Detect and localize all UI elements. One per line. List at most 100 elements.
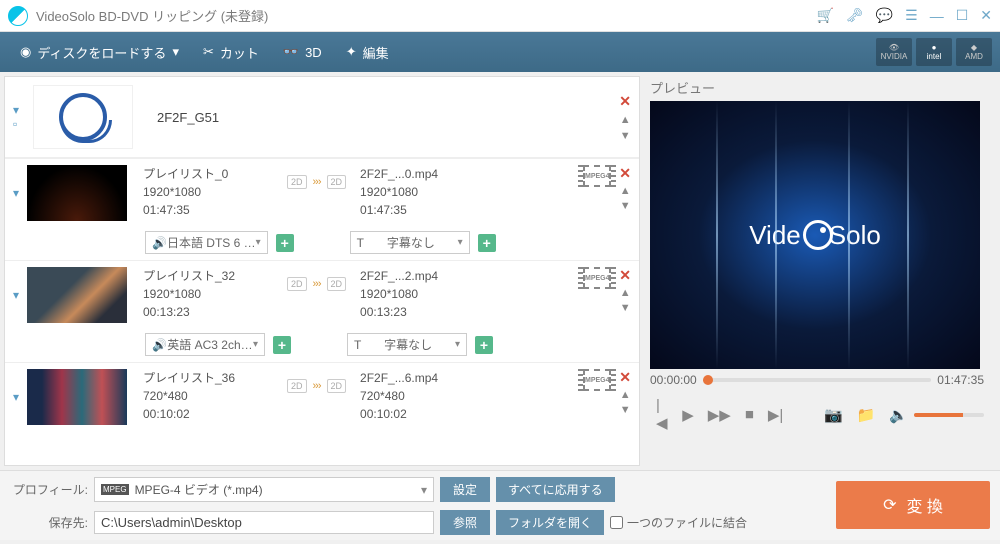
item-src-duration: 01:47:35 xyxy=(143,201,287,219)
minimize-icon[interactable]: — xyxy=(930,8,944,24)
dest-path-input[interactable]: C:\Users\admin\Desktop xyxy=(94,511,434,534)
snapshot-icon[interactable]: 📷 xyxy=(824,406,843,424)
stop-icon[interactable]: ■ xyxy=(745,406,754,423)
merge-checkbox-wrap[interactable]: 一つのファイルに結合 xyxy=(610,514,747,531)
item-format[interactable]: MPEG4 xyxy=(583,267,611,289)
menu-icon[interactable]: ☰ xyxy=(905,7,918,24)
open-folder-button[interactable]: フォルダを開く xyxy=(496,510,604,535)
item-name: プレイリスト_0 xyxy=(143,165,287,183)
remove-item-icon[interactable]: ✕ xyxy=(619,369,631,386)
item-source-info: プレイリスト_36 720*480 00:10:02 xyxy=(143,369,287,423)
subtitle-icon: T xyxy=(357,236,364,250)
item-collapse-toggle[interactable]: ▾ xyxy=(13,390,27,404)
chevron-down-icon: ▾ xyxy=(256,237,261,248)
cart-icon[interactable]: 🛒 xyxy=(816,7,833,24)
profile-select[interactable]: MPEG MPEG-4 ビデオ (*.mp4) ▾ xyxy=(94,477,434,502)
audio-track-select[interactable]: 🔊 英語 AC3 2ch… ▾ xyxy=(145,333,265,356)
seek-bar[interactable] xyxy=(703,378,932,382)
folder-icon[interactable]: 📁 xyxy=(857,406,876,424)
key-icon[interactable]: 🗝 xyxy=(846,7,864,24)
add-subtitle-button[interactable]: + xyxy=(475,336,493,354)
move-down-icon[interactable]: ▼ xyxy=(620,130,631,142)
add-subtitle-button[interactable]: + xyxy=(478,234,496,252)
browse-button[interactable]: 参照 xyxy=(440,510,490,535)
item-collapse-toggle[interactable]: ▾ xyxy=(13,288,27,302)
move-item-down-icon[interactable]: ▼ xyxy=(620,200,631,212)
conversion-arrow: 2D ››› 2D xyxy=(287,277,346,291)
disc-icon: ◉ xyxy=(20,44,31,60)
arrow-icon: ››› xyxy=(313,278,321,290)
audio-icon: 🔊 xyxy=(152,338,167,352)
cut-button[interactable]: ✂ カット xyxy=(191,43,271,62)
item-dest-info: 2F2F_...0.mp4 1920*1080 01:47:35 xyxy=(360,165,470,219)
remove-item-icon[interactable]: ✕ xyxy=(619,165,631,182)
audio-track-select[interactable]: 🔊 日本語 DTS 6 … ▾ xyxy=(145,231,268,254)
footer: プロフィール: MPEG MPEG-4 ビデオ (*.mp4) ▾ 設定 すべて… xyxy=(0,470,1000,540)
add-audio-button[interactable]: + xyxy=(273,336,291,354)
move-item-down-icon[interactable]: ▼ xyxy=(620,404,631,416)
merge-checkbox[interactable] xyxy=(610,516,623,529)
subtitle-icon: T xyxy=(354,338,361,352)
move-up-icon[interactable]: ▲ xyxy=(620,114,631,126)
item-format[interactable]: MPEG4 xyxy=(583,369,611,391)
subtitle-track-value: 字幕なし xyxy=(384,336,432,353)
play-icon[interactable]: ▶ xyxy=(682,406,694,424)
feedback-icon[interactable]: 💬 xyxy=(876,7,893,24)
subtitle-track-select[interactable]: T 字幕なし ▾ xyxy=(350,231,470,254)
item-source-info: プレイリスト_32 1920*1080 00:13:23 xyxy=(143,267,287,321)
item-tracks: 🔊 日本語 DTS 6 … ▾ + T 字幕なし ▾ + xyxy=(5,227,639,260)
preview-label: プレビュー xyxy=(650,78,984,97)
profile-label: プロフィール: xyxy=(10,481,88,498)
item-thumbnail xyxy=(27,267,127,323)
prev-icon[interactable]: |◀ xyxy=(656,397,668,432)
dest-label: 保存先: xyxy=(10,514,88,531)
disc-thumbnail xyxy=(33,85,133,149)
3d-button[interactable]: 👓 3D xyxy=(271,44,334,60)
item-src-resolution: 720*480 xyxy=(143,387,287,405)
subtitle-track-select[interactable]: T 字幕なし ▾ xyxy=(347,333,467,356)
src-dimension-badge: 2D xyxy=(287,277,307,291)
remove-disc-icon[interactable]: ✕ xyxy=(619,93,631,110)
format-icon: MPEG4 xyxy=(583,267,611,289)
add-audio-button[interactable]: + xyxy=(276,234,294,252)
intel-badge: ●intel xyxy=(916,38,952,66)
conversion-arrow: 2D ››› 2D xyxy=(287,175,346,189)
list-item: ▾ プレイリスト_36 720*480 00:10:02 2D ››› 2D 2… xyxy=(5,362,639,431)
fast-forward-icon[interactable]: ▶▶ xyxy=(708,406,731,424)
volume-icon[interactable]: 🔈 xyxy=(889,406,908,424)
nvidia-badge: 👁NVIDIA xyxy=(876,38,912,66)
apply-all-button[interactable]: すべてに応用する xyxy=(496,477,615,502)
amd-badge: ◆AMD xyxy=(956,38,992,66)
close-icon[interactable]: ✕ xyxy=(980,7,992,24)
item-dst-resolution: 720*480 xyxy=(360,387,470,405)
load-disc-button[interactable]: ◉ ディスクをロードする ▾ xyxy=(8,43,191,62)
move-item-up-icon[interactable]: ▲ xyxy=(620,389,631,401)
edit-button[interactable]: ✦ 編集 xyxy=(334,43,401,62)
disc-header: ▾▫ 2F2F_G51 ✕ ▲ ▼ xyxy=(5,77,639,158)
move-item-up-icon[interactable]: ▲ xyxy=(620,185,631,197)
settings-button[interactable]: 設定 xyxy=(440,477,490,502)
remove-item-icon[interactable]: ✕ xyxy=(619,267,631,284)
maximize-icon[interactable]: ☐ xyxy=(956,7,969,24)
item-source-info: プレイリスト_0 1920*1080 01:47:35 xyxy=(143,165,287,219)
item-name: プレイリスト_36 xyxy=(143,369,287,387)
volume-slider[interactable] xyxy=(914,413,984,417)
dst-dimension-badge: 2D xyxy=(327,379,347,393)
format-icon: MPEG4 xyxy=(583,165,611,187)
window-title: VideoSolo BD-DVD リッピング (未登録) xyxy=(36,6,816,25)
chevron-down-icon: ▾ xyxy=(421,483,427,497)
mpeg-badge-icon: MPEG xyxy=(101,484,129,495)
arrow-icon: ››› xyxy=(313,176,321,188)
item-collapse-toggle[interactable]: ▾ xyxy=(13,186,27,200)
convert-button[interactable]: ⟳ 変 換 xyxy=(836,481,990,529)
move-item-down-icon[interactable]: ▼ xyxy=(620,302,631,314)
preview-logo: VideSolo xyxy=(749,220,881,251)
move-item-up-icon[interactable]: ▲ xyxy=(620,287,631,299)
item-format[interactable]: MPEG4 xyxy=(583,165,611,187)
next-icon[interactable]: ▶| xyxy=(768,406,783,424)
preview-panel: プレビュー VideSolo 00:00:00 01:47:35 |◀ ▶ ▶▶… xyxy=(640,72,992,470)
collapse-toggle[interactable]: ▾▫ xyxy=(13,103,27,131)
title-controls: 🛒 🗝 💬 ☰ — ☐ ✕ xyxy=(816,7,992,24)
dst-dimension-badge: 2D xyxy=(327,175,347,189)
3d-label: 3D xyxy=(305,45,322,60)
